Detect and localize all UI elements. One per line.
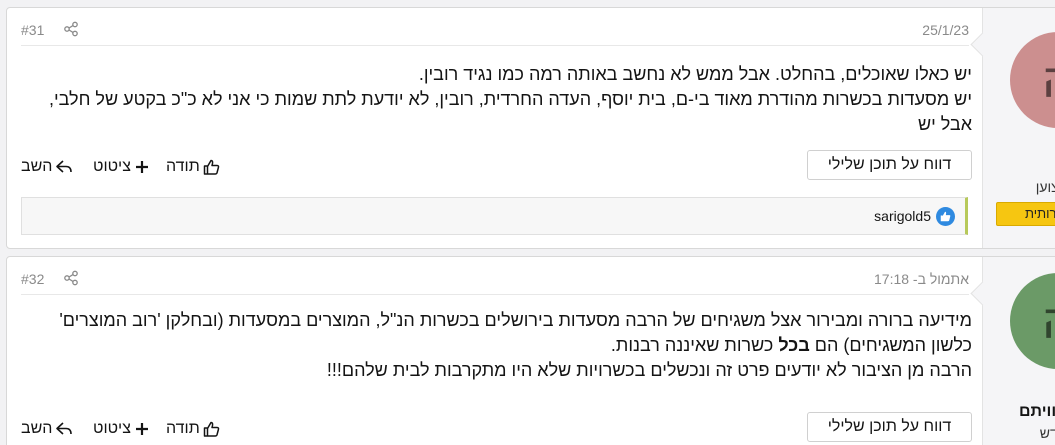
reply-icon xyxy=(56,422,73,435)
post-number[interactable]: #31 xyxy=(21,22,44,38)
thumbs-up-icon xyxy=(203,421,220,437)
message-line: מידיעה ברורה ומבירור אצל משגיחים של הרבה… xyxy=(59,310,972,330)
reply-button[interactable]: השב xyxy=(21,158,73,176)
post-date[interactable]: 25/1/23 xyxy=(922,22,969,38)
reactions-bar: sarigold5 xyxy=(21,197,968,235)
thanks-button[interactable]: תודה xyxy=(166,158,220,176)
post-date[interactable]: אתמול ב- 17:18 xyxy=(874,271,969,287)
username[interactable]: הוויתם xyxy=(1019,403,1055,421)
post-message: מידיעה ברורה ומבירור אצל משגיחים של הרבה… xyxy=(37,308,972,383)
post-32: ה הוויתם חדש #32 אתמול ב- 17:18 מידיעה ב… xyxy=(6,256,1055,445)
avatar[interactable]: ה xyxy=(1010,32,1055,128)
quote-button[interactable]: ציטוט xyxy=(93,158,149,176)
message-line: יש כאלו שאוכלים, בהחלט. אבל ממש לא נחשב … xyxy=(418,64,972,84)
post-header: #31 25/1/23 xyxy=(21,18,969,46)
share-icon[interactable] xyxy=(63,21,79,37)
post-message: יש כאלו שאוכלים, בהחלט. אבל ממש לא נחשב … xyxy=(37,62,972,137)
like-badge-icon xyxy=(936,207,955,226)
message-line: הרבה מן הציבור לא יודעים פרט זה ונכשלים … xyxy=(326,360,972,380)
quote-button[interactable]: ציטוט xyxy=(93,420,149,438)
user-info: ה הוויתם חדש xyxy=(982,257,1055,445)
thumbs-up-icon xyxy=(203,159,220,175)
user-badge: רותית xyxy=(996,202,1055,226)
post-31: ה ה קצוען רותית #31 25/1/23 יש כאלו שאוכ… xyxy=(6,7,1055,249)
reply-icon xyxy=(56,160,73,173)
share-icon[interactable] xyxy=(63,270,79,286)
user-title: קצוען xyxy=(1035,179,1055,195)
reaction-users[interactable]: sarigold5 xyxy=(874,208,931,224)
message-line: כלשון המשגיחים) הם בכל כשרות שאיננה רבנו… xyxy=(610,335,972,355)
plus-icon xyxy=(135,423,148,435)
user-title: חדש xyxy=(1039,425,1055,441)
plus-icon xyxy=(135,161,148,173)
message-line: אבל יש xyxy=(917,114,972,134)
avatar[interactable]: ה xyxy=(1010,273,1055,369)
user-info: ה ה קצוען רותית xyxy=(982,8,1055,248)
report-button[interactable]: דווח על תוכן שלילי xyxy=(807,412,972,442)
reply-button[interactable]: השב xyxy=(21,420,73,438)
message-line: יש מסעדות בכשרות מהודרת מאוד בי-ם, בית י… xyxy=(48,89,972,109)
post-header: #32 אתמול ב- 17:18 xyxy=(21,267,969,295)
post-number[interactable]: #32 xyxy=(21,271,44,287)
thanks-button[interactable]: תודה xyxy=(166,420,220,438)
report-button[interactable]: דווח על תוכן שלילי xyxy=(807,150,972,180)
